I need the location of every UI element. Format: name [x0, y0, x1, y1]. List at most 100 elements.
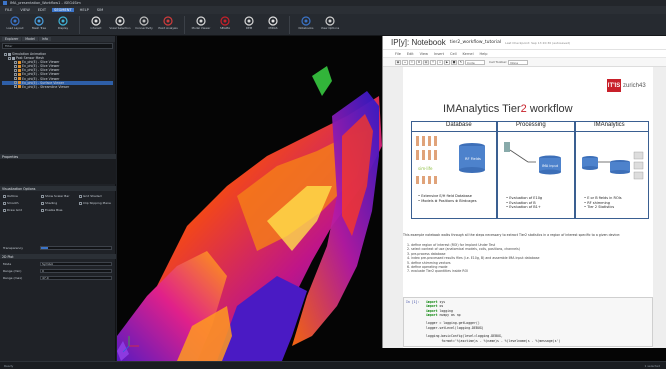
step-text: pre-process database — [411, 251, 446, 256]
bullet-text: RF shimming — [587, 200, 610, 205]
property-key: Range (min) — [3, 269, 22, 273]
notebook-menu-edit[interactable]: Edit — [407, 52, 414, 56]
transparency-slider[interactable] — [40, 246, 112, 250]
toolbar-button-connectivity[interactable]: Connectivity — [133, 16, 155, 30]
tree-item[interactable]: Ex_phi(E) - Streamline Viewer — [2, 85, 113, 89]
run-icon[interactable]: ▶ — [444, 59, 450, 65]
status-left: Ready — [4, 363, 14, 368]
restart-icon[interactable]: ↻ — [458, 59, 464, 65]
option-label: Enable Bias — [45, 208, 63, 212]
tree-item-icon — [18, 73, 21, 77]
toolbar-button-segma[interactable]: SEGMA — [214, 16, 236, 30]
toolbar-button-model-viewer[interactable]: Model Viewer — [190, 16, 212, 30]
option-checkbox[interactable] — [3, 194, 6, 198]
option-checkbox[interactable] — [79, 201, 82, 205]
toolbar-button-point-analysis[interactable]: Point Analysis — [157, 16, 179, 30]
paste-icon[interactable]: ▤ — [423, 59, 429, 65]
tree-filter-input[interactable]: Filter — [2, 43, 113, 49]
tab-explorer[interactable]: Explorer — [2, 37, 22, 41]
notebook-menu-file[interactable]: File — [395, 52, 401, 56]
option-checkbox[interactable] — [41, 194, 44, 198]
menu-item-file[interactable]: FILE — [3, 8, 14, 12]
copy-icon[interactable]: ⧉ — [416, 59, 422, 65]
option-show-scalar-bar[interactable]: Show Scalar Bar — [41, 194, 69, 198]
notebook-menu-view[interactable]: View — [420, 52, 428, 56]
visibility-checkbox[interactable] — [14, 77, 17, 81]
option-smooth[interactable]: Smooth — [3, 201, 19, 205]
imanalytics-panel: IMAnalytics • E or B fields in ROIs • RF… — [575, 121, 649, 219]
tab-info[interactable]: Info — [38, 37, 51, 41]
toolbar-button-display[interactable]: Display — [52, 16, 74, 30]
toolbar-button-dem[interactable]: DEM — [238, 16, 260, 30]
property-value-field[interactable]: 0 — [40, 269, 112, 273]
option-label: Clip Slipping Plane — [83, 201, 111, 205]
menu-item-help[interactable]: HELP — [78, 8, 91, 12]
toolbar-button-label: Mesh Tree — [31, 26, 47, 30]
cut-icon[interactable]: ✂ — [409, 59, 415, 65]
notebook-title[interactable]: tier2_workflow_tutorial — [450, 40, 501, 45]
property-value-field[interactable]: 47.0 — [40, 276, 112, 280]
app-icon — [3, 1, 7, 5]
option-draw-grid[interactable]: Draw Grid — [3, 208, 22, 212]
menu-item-view[interactable]: VIEW — [18, 8, 31, 12]
visibility-checkbox[interactable] — [14, 68, 17, 72]
notebook-menu-kernel[interactable]: Kernel — [463, 52, 474, 56]
option-checkbox[interactable] — [41, 201, 44, 205]
step-text: define region of interest (ROI) for Impl… — [411, 243, 496, 247]
menu-item-segment[interactable]: SEGMENT — [52, 8, 74, 12]
tab-model[interactable]: Model — [22, 37, 38, 41]
toolbar-button-notebooks[interactable]: Notebooks — [295, 16, 317, 30]
option-checkbox[interactable] — [79, 194, 82, 198]
option-enable-bias[interactable]: Enable Bias — [41, 208, 62, 212]
tree-item-icon — [8, 52, 11, 56]
input-prompt: In [1]: — [406, 300, 420, 304]
plot-title: 2D Plot — [2, 254, 14, 259]
add-cell-icon[interactable]: + — [402, 59, 408, 65]
processing-bullets: • Evaluation of E10g • Evaluation of B • E… — [506, 196, 542, 210]
cell-type-select[interactable]: Code — [465, 59, 485, 65]
code-text: numpy as np — [439, 312, 461, 317]
visibility-checkbox[interactable] — [14, 85, 17, 89]
option-checkbox[interactable] — [41, 208, 44, 212]
toolbar-button-interact[interactable]: Interact — [85, 16, 107, 30]
cell-toolbar-select[interactable]: None — [508, 59, 529, 65]
toolbar-button-load-layout[interactable]: Load Layout — [4, 16, 26, 30]
notebook-menu-cell[interactable]: Cell — [450, 52, 457, 56]
code-cell[interactable]: In [1]: import sys import os import loggin… — [403, 297, 653, 347]
option-checkbox[interactable] — [3, 208, 6, 212]
notebook-menu-insert[interactable]: Insert — [434, 52, 444, 56]
stop-icon[interactable]: ■ — [451, 59, 457, 65]
menu-item-sim[interactable]: SIM — [95, 8, 105, 12]
toolbar-button-midas[interactable]: MIDAS — [262, 16, 284, 30]
notebook-menu-help[interactable]: Help — [480, 52, 488, 56]
toolbar-button-voxel-selection[interactable]: Voxel Selection — [109, 16, 131, 30]
move-down-icon[interactable]: ↓ — [437, 59, 443, 65]
menu-item-edit[interactable]: EDIT — [36, 8, 48, 12]
visibility-checkbox[interactable] — [8, 56, 11, 60]
option-grid-shaded[interactable]: Grid Shaded — [79, 194, 102, 198]
visibility-checkbox[interactable] — [14, 81, 17, 85]
visibility-checkbox[interactable] — [14, 64, 17, 68]
ipython-logo: IP[y]: Notebook — [391, 38, 446, 47]
toolbar-button-view-options[interactable]: View Options — [319, 16, 341, 30]
step-text: select context of use (anatomical models… — [411, 247, 520, 252]
database-illustration: sim·life RF Fields — [416, 136, 485, 184]
save-icon[interactable]: ▣ — [395, 59, 401, 65]
option-checkbox[interactable] — [3, 201, 6, 205]
visibility-checkbox[interactable] — [14, 60, 17, 64]
property-value-field[interactable]: Symbol — [40, 262, 112, 266]
option-outline[interactable]: Outline — [3, 194, 18, 198]
tree-icon — [34, 16, 44, 26]
visibility-checkbox[interactable] — [4, 52, 7, 56]
move-up-icon[interactable]: ↑ — [430, 59, 436, 65]
property-value: 47.0 — [42, 276, 49, 280]
option-clip-slipping-plane[interactable]: Clip Slipping Plane — [79, 201, 111, 205]
visualization-title: Visualization Options — [2, 186, 36, 191]
visibility-checkbox[interactable] — [14, 73, 17, 77]
option-label: Show Scalar Bar — [45, 194, 70, 198]
rf-fields-label: RF Fields — [465, 157, 481, 161]
notebook-toolbar: ▣ + ✂ ⧉ ▤ ↑ ↓ ▶ ■ ↻ Code Cell Toolbar: N… — [383, 58, 666, 67]
toolbar-button-mesh-tree[interactable]: Mesh Tree — [28, 16, 50, 30]
database-bullets: • Extensive E/H field Database • Models ⊗… — [418, 194, 477, 203]
option-shading[interactable]: Shading — [41, 201, 57, 205]
